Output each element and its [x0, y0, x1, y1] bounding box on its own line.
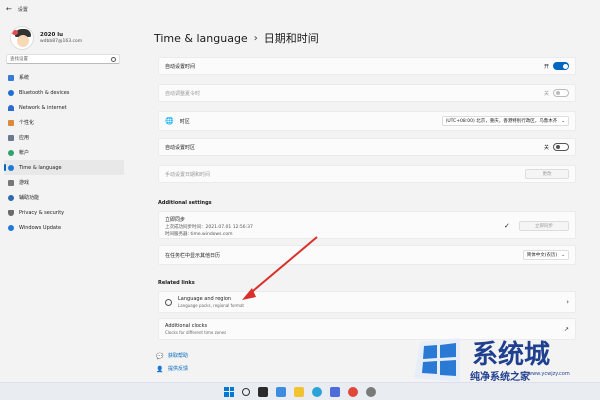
sidebar: 2020 lu wdbb87@163.com 查找设置 系统 Bluetooth… [0, 18, 124, 378]
page-title: 日期和时间 [263, 32, 319, 45]
timezone-select[interactable]: (UTC+08:00) 北京，重庆，香港特别行政区，乌鲁木齐 ⌄ [441, 116, 569, 126]
auto-timezone-state: 关 [543, 144, 549, 151]
related-links-heading: Related links [158, 280, 195, 286]
sidebar-item-time-language[interactable]: Time & language [4, 160, 124, 175]
monitor-icon [8, 74, 14, 81]
update-icon [8, 224, 14, 231]
shield-icon [8, 209, 14, 216]
sidebar-item-accessibility[interactable]: 辅助功能 [4, 190, 124, 205]
checkmark-icon: ✓ [504, 222, 510, 230]
breadcrumb: Time & language › 日期和时间 [154, 30, 319, 46]
user-name: 2020 lu [40, 32, 64, 38]
setting-auto-time: 自动设置时间 开 [158, 57, 576, 75]
sync-server: 时间服务器: time.windows.com [165, 232, 233, 237]
avatar [10, 26, 34, 50]
task-view-icon[interactable] [258, 386, 268, 397]
store-icon[interactable] [330, 386, 340, 397]
setting-manual-time: 手动设置日期和时间 更改 [158, 165, 576, 183]
timezone-icon: 🌐 [165, 117, 174, 125]
feedback-link[interactable]: 👤 提供反馈 [156, 365, 188, 373]
chevron-down-icon: ⌄ [561, 118, 565, 124]
main-content: Time & language › 日期和时间 自动设置时间 开 自动调整夏令时… [150, 18, 580, 378]
sync-now-card: 立即同步 上次成功同步时间：2021.07.01 12:56:37 时间服务器:… [158, 211, 576, 239]
feedback-icon: 👤 [156, 365, 164, 373]
sidebar-nav: 系统 Bluetooth & devices Network & interne… [4, 70, 124, 235]
auto-timezone-toggle[interactable] [553, 143, 569, 151]
accessibility-icon [8, 194, 14, 201]
chevron-right-icon: › [253, 32, 258, 44]
user-email: wdbb87@163.com [40, 39, 83, 44]
chevron-right-icon: › [566, 298, 569, 306]
search-icon[interactable] [242, 387, 250, 396]
file-explorer-icon[interactable] [294, 386, 304, 397]
setting-additional-calendar: 在任务栏中显示其他日历 简体中文(农历) ⌄ [158, 245, 576, 265]
language-settings-icon [165, 298, 172, 306]
sidebar-item-privacy[interactable]: Privacy & security [4, 205, 124, 220]
settings-app-icon[interactable] [366, 386, 376, 397]
search-placeholder: 查找设置 [10, 57, 28, 62]
chevron-down-icon: ⌄ [561, 252, 565, 258]
wifi-icon [8, 104, 14, 111]
setting-auto-dst: 自动调整夏令时 关 [158, 84, 576, 102]
watermark-title: 系统城 [472, 340, 551, 370]
language-region-link[interactable]: Language and region Language packs, regi… [158, 291, 576, 313]
auto-dst-toggle[interactable] [553, 89, 569, 97]
search-icon [111, 56, 116, 62]
widgets-icon[interactable] [276, 386, 286, 397]
back-arrow-icon[interactable]: ← [6, 5, 12, 13]
brush-icon [8, 119, 14, 126]
title-bar: ← 设置 [0, 0, 600, 18]
auto-time-toggle[interactable] [553, 62, 569, 70]
start-button[interactable] [224, 386, 234, 397]
chrome-icon[interactable] [348, 386, 358, 397]
setting-auto-timezone: 自动设置时区 关 [158, 138, 576, 156]
sidebar-item-network[interactable]: Network & internet [4, 100, 124, 115]
apps-icon [8, 134, 14, 141]
external-link-icon: ↗ [563, 325, 569, 333]
sidebar-item-apps[interactable]: 应用 [4, 130, 124, 145]
help-icon: 💬 [156, 352, 164, 360]
globe-clock-icon [8, 164, 14, 171]
sidebar-item-system[interactable]: 系统 [4, 70, 124, 85]
sidebar-item-personalization[interactable]: 个性化 [4, 115, 124, 130]
edge-icon[interactable] [312, 386, 322, 397]
sidebar-item-windows-update[interactable]: Windows Update [4, 220, 124, 235]
setting-timezone: 🌐 时区 (UTC+08:00) 北京，重庆，香港特别行政区，乌鲁木齐 ⌄ [158, 111, 576, 131]
user-profile[interactable]: 2020 lu wdbb87@163.com [10, 26, 82, 50]
watermark-url: www.ycwjzy.com [528, 371, 570, 377]
change-time-button[interactable]: 更改 [525, 169, 569, 179]
sidebar-item-bluetooth[interactable]: Bluetooth & devices [4, 85, 124, 100]
taskbar [0, 382, 600, 400]
get-help-link[interactable]: 💬 获取帮助 [156, 352, 188, 360]
sidebar-item-gaming[interactable]: 游戏 [4, 175, 124, 190]
person-icon [8, 149, 14, 156]
watermark: 系统城 纯净系统之家 www.ycwjzy.com [410, 334, 596, 384]
auto-time-state: 开 [543, 63, 549, 70]
additional-settings-heading: Additional settings [158, 200, 212, 206]
sidebar-item-accounts[interactable]: 帐户 [4, 145, 124, 160]
search-input[interactable]: 查找设置 [6, 54, 120, 64]
game-icon [8, 179, 14, 186]
watermark-windows-logo [414, 338, 460, 382]
bluetooth-icon [8, 89, 14, 96]
window-title: 设置 [17, 6, 28, 13]
watermark-subtitle: 纯净系统之家 [470, 372, 530, 383]
sync-now-button[interactable]: 立即同步 [519, 221, 569, 231]
calendar-select[interactable]: 简体中文(农历) ⌄ [522, 250, 569, 260]
auto-dst-state: 关 [543, 90, 549, 97]
breadcrumb-parent[interactable]: Time & language [154, 32, 248, 45]
